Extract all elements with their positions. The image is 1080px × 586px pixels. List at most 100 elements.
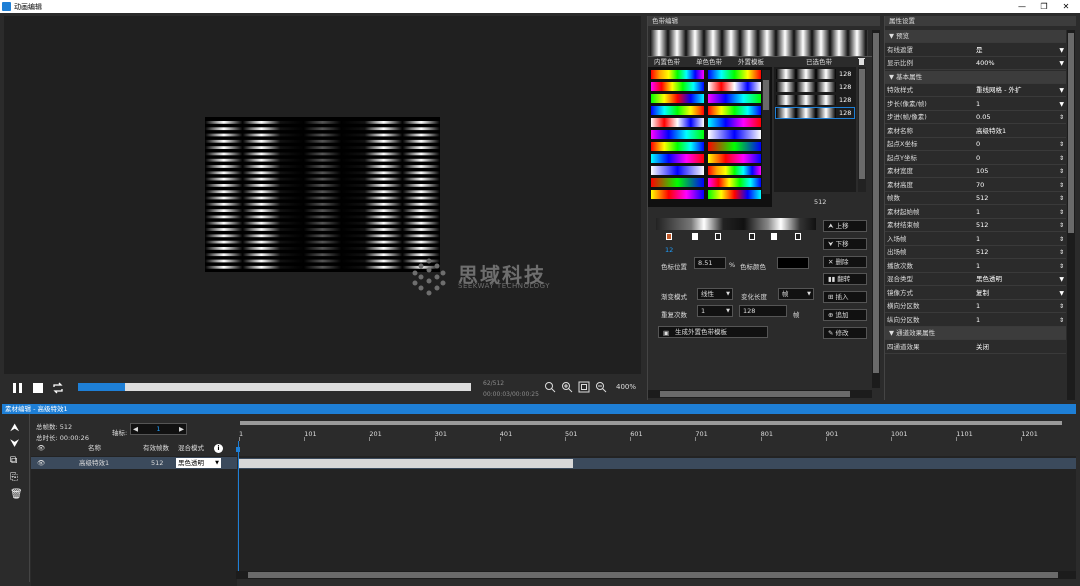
property-value[interactable]: 512 (976, 246, 988, 259)
visibility-icon[interactable]: 👁 (37, 457, 45, 469)
property-row[interactable]: 混合类型 黑色透明 ▼ (885, 273, 1066, 286)
color-band-grid[interactable] (648, 67, 772, 207)
color-band-swatch[interactable] (708, 106, 761, 115)
trash-icon[interactable] (857, 57, 866, 66)
color-band-swatch[interactable] (708, 142, 761, 151)
property-row[interactable]: 起点X坐标 0 ⇕ (885, 138, 1066, 151)
property-value[interactable]: 1 (976, 314, 980, 327)
color-band-swatch[interactable] (651, 94, 704, 103)
property-row[interactable]: 素材宽度 105 ⇕ (885, 165, 1066, 178)
spinner-icon[interactable]: ⇕ (1059, 192, 1064, 205)
selected-scrollbar[interactable] (858, 67, 866, 192)
spinner-icon[interactable]: ⇕ (1059, 314, 1064, 327)
color-band-swatch[interactable] (708, 82, 761, 91)
gradient-editor-bar[interactable] (656, 218, 816, 230)
property-value[interactable]: 0.05 (976, 111, 990, 124)
property-value[interactable]: 0 (976, 152, 980, 165)
colorband-hscroll[interactable] (648, 390, 872, 398)
spinner-icon[interactable]: ⇕ (1059, 152, 1064, 165)
spinner-icon[interactable]: ⇕ (1059, 179, 1064, 192)
property-value[interactable]: 黑色透明 (976, 273, 1002, 286)
color-band-swatch[interactable] (651, 166, 704, 175)
spinner-icon[interactable]: ⇕ (1059, 138, 1064, 151)
color-band-swatch[interactable] (651, 106, 704, 115)
property-value[interactable]: 512 (976, 192, 988, 205)
move-up-button[interactable]: ⮝ 上移 (823, 220, 867, 232)
move-layer-down-icon[interactable]: ⮟ (10, 437, 19, 451)
dropdown-arrow-icon[interactable]: ▼ (1059, 44, 1064, 57)
spinner-icon[interactable]: ⇕ (1059, 233, 1064, 246)
property-row[interactable]: 素材起始帧 1 ⇕ (885, 206, 1066, 219)
repeat-select[interactable]: 1 ▼ (697, 305, 733, 317)
playback-progress[interactable] (78, 383, 471, 391)
maximize-button[interactable]: ❐ (1034, 1, 1054, 12)
color-band-swatch[interactable] (651, 142, 704, 151)
spinner-icon[interactable]: ⇕ (1059, 300, 1064, 313)
timeline-clip[interactable] (239, 459, 573, 468)
property-section[interactable]: ▼ 通道效果属性 (885, 327, 1066, 340)
frames-input[interactable]: 128 (739, 305, 787, 317)
property-row[interactable]: 素材结束帧 512 ⇕ (885, 219, 1066, 232)
ruler-range-bar[interactable] (240, 421, 1062, 425)
property-row[interactable]: 入场帧 1 ⇕ (885, 233, 1066, 246)
property-row[interactable]: 镜像方式 复制 ▼ (885, 287, 1066, 300)
append-button[interactable]: ⊕ 追加 (823, 309, 867, 321)
property-value[interactable]: 重线网格 - 外扩 (976, 84, 1021, 97)
color-band-swatch[interactable] (651, 190, 704, 199)
timeline-hscroll[interactable] (236, 571, 1076, 579)
track-area[interactable] (238, 456, 1076, 571)
property-row[interactable]: 显示比例 400% ▼ (885, 57, 1066, 70)
selected-band-item-active[interactable]: 128 (775, 107, 855, 119)
property-row[interactable]: 素材名称 高级特效1 (885, 125, 1066, 138)
property-row[interactable]: 素材高度 70 ⇕ (885, 179, 1066, 192)
stop-icon[interactable] (32, 382, 44, 394)
color-stop-active[interactable] (666, 233, 672, 240)
property-row[interactable]: 步进(帧/像素) 0.05 ⇕ (885, 111, 1066, 124)
color-stop[interactable] (692, 233, 698, 240)
dropdown-arrow-icon[interactable]: ▼ (1059, 287, 1064, 300)
insert-button[interactable]: ⊞ 插入 (823, 291, 867, 303)
position-input[interactable]: 8.51 (694, 257, 726, 269)
spinner-icon[interactable]: ⇕ (1059, 219, 1064, 232)
property-row[interactable]: 步长(像素/帧) 1 ▼ (885, 98, 1066, 111)
property-row[interactable]: 有线遮罩 是 ▼ (885, 44, 1066, 57)
color-band-swatch[interactable] (708, 178, 761, 187)
layer-row[interactable]: 👁 高级特效1 512 黑色透明 ▼ (31, 457, 237, 469)
paste-layer-icon[interactable]: ⎘ (10, 472, 18, 483)
copy-layer-icon[interactable]: ⧉ (10, 455, 17, 466)
color-band-swatch[interactable] (708, 118, 761, 127)
property-value[interactable]: 关闭 (976, 341, 989, 354)
property-row[interactable]: 四通道效果 关闭 (885, 341, 1066, 354)
color-band-swatch[interactable] (651, 178, 704, 187)
spinner-icon[interactable]: ⇕ (1059, 260, 1064, 273)
property-row[interactable]: 特效样式 重线网格 - 外扩 ▼ (885, 84, 1066, 97)
change-length-select[interactable]: 帧 ▼ (778, 288, 814, 300)
grid-scrollbar[interactable] (762, 70, 770, 194)
property-value[interactable]: 1 (976, 260, 980, 273)
property-value[interactable]: 是 (976, 44, 983, 57)
modify-button[interactable]: ✎ 修改 (823, 327, 867, 339)
dropdown-arrow-icon[interactable]: ▼ (1059, 98, 1064, 111)
color-band-swatch[interactable] (651, 82, 704, 91)
delete-layer-icon[interactable]: 🗑 (10, 489, 23, 500)
color-band-swatch[interactable] (708, 154, 761, 163)
selected-bands-list[interactable]: 128 128 128 128 (774, 67, 856, 192)
property-value[interactable]: 1 (976, 206, 980, 219)
zoom-in-icon[interactable] (561, 381, 573, 393)
dropdown-arrow-icon[interactable]: ▼ (1059, 57, 1064, 70)
property-value[interactable]: 1 (976, 98, 980, 111)
dropdown-arrow-icon[interactable]: ▼ (1059, 273, 1064, 286)
pause-icon[interactable] (12, 382, 24, 394)
property-value[interactable]: 高级特效1 (976, 125, 1006, 138)
color-stop[interactable] (749, 233, 755, 240)
blend-mode-select[interactable]: 黑色透明 ▼ (176, 458, 221, 468)
color-band-swatch[interactable] (651, 130, 704, 139)
playhead-line[interactable] (238, 441, 239, 571)
property-row[interactable]: 横向分区数 1 ⇕ (885, 300, 1066, 313)
property-value[interactable]: 400% (976, 57, 995, 70)
axis-input[interactable]: ◀ 1 ▶ (130, 423, 187, 435)
zoom-actual-icon[interactable] (578, 381, 590, 393)
gradient-mode-select[interactable]: 线性 ▼ (697, 288, 733, 300)
property-row[interactable]: 出场帧 512 ⇕ (885, 246, 1066, 259)
property-value[interactable]: 1 (976, 233, 980, 246)
